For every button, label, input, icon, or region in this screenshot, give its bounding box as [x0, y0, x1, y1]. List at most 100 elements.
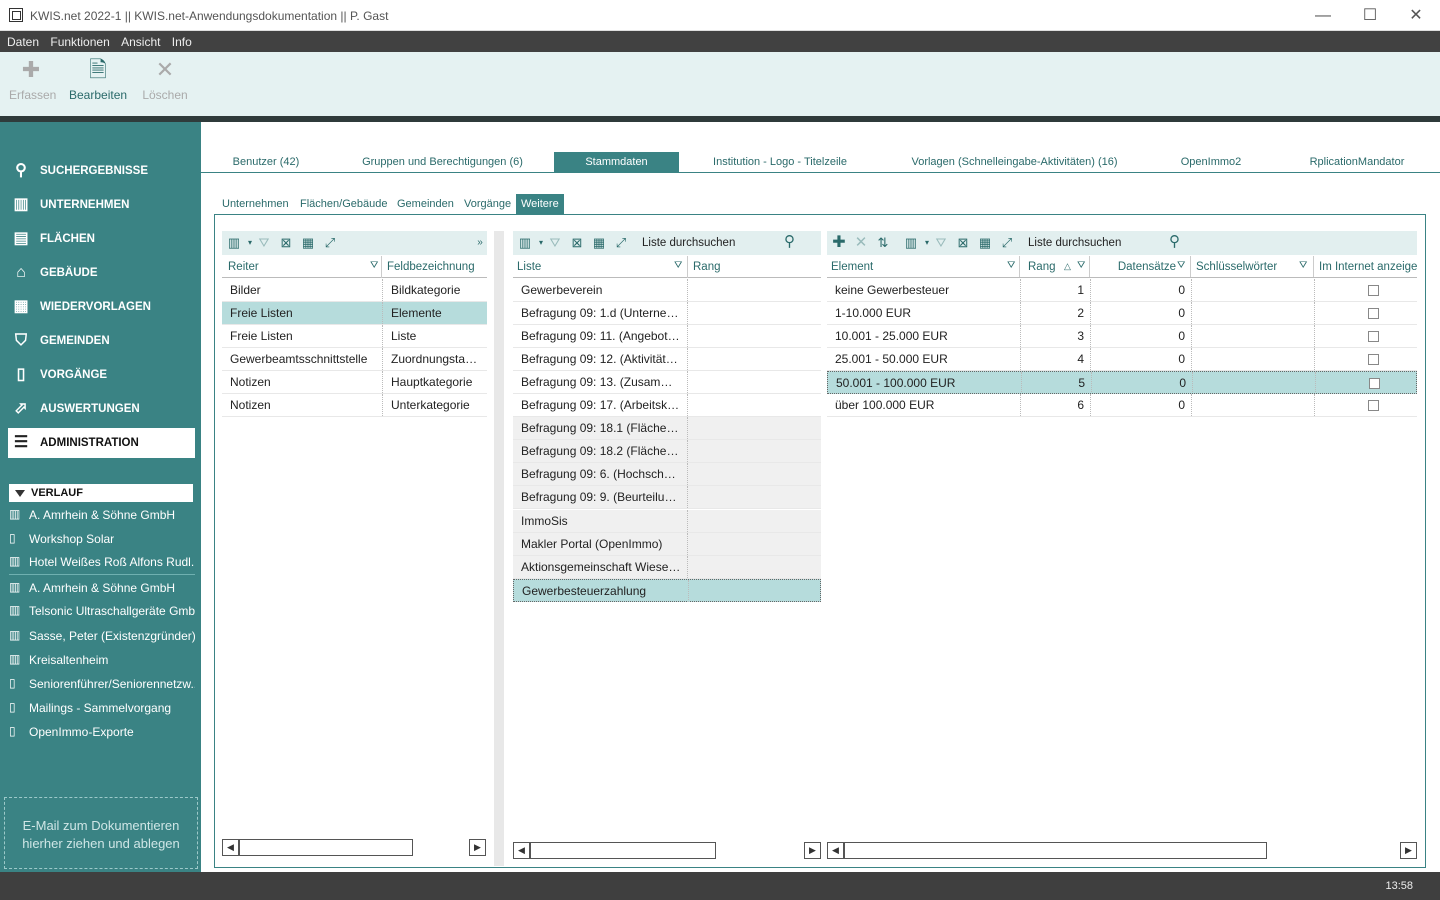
col-rang[interactable]: Rang: [689, 256, 821, 278]
tab-openimmo2[interactable]: OpenImmo2: [1176, 152, 1246, 172]
list-item[interactable]: Befragung 09: 1.d (Unternehm...: [513, 302, 821, 325]
scroll-thumb[interactable]: [844, 842, 1267, 859]
nav-suchergebnisse[interactable]: ⚲ SUCHERGEBNISSE: [8, 156, 195, 186]
columns-icon[interactable]: ▥: [226, 235, 242, 251]
table-icon[interactable]: ▦: [591, 235, 607, 251]
subtab-weitere[interactable]: Weitere: [516, 194, 564, 214]
table-row[interactable]: Notizen Hauptkategorie: [222, 371, 487, 394]
excel-export-icon[interactable]: ⊠: [569, 235, 585, 251]
verlauf-item[interactable]: ▯ OpenImmo-Exporte: [9, 721, 195, 743]
list-item[interactable]: ImmoSis: [513, 510, 821, 533]
table-row[interactable]: Freie Listen Elemente: [222, 302, 487, 325]
expand-icon[interactable]: ⤢: [999, 235, 1015, 251]
col-liste[interactable]: Liste: [513, 256, 688, 278]
scroll-right-icon[interactable]: ▶: [804, 842, 821, 859]
verlauf-item[interactable]: ▯ Mailings - Sammelvorgang: [9, 697, 195, 719]
nav-gemeinden[interactable]: ⛉ GEMEINDEN: [8, 326, 195, 356]
list-item[interactable]: Befragung 09: 11. (Angebote...: [513, 325, 821, 348]
expand-icon[interactable]: ⤢: [322, 235, 338, 251]
filter-icon[interactable]: ⛛: [1077, 261, 1086, 271]
table-row[interactable]: Freie Listen Liste: [222, 325, 487, 348]
tab-institution[interactable]: Institution - Logo - Titelzeile: [706, 152, 854, 172]
list-item[interactable]: Befragung 09: 6. (Hochschulk...: [513, 463, 821, 486]
delete-icon[interactable]: ✕: [853, 235, 869, 251]
scroll-left-icon[interactable]: ◀: [827, 842, 844, 859]
right-search-input[interactable]: Liste durchsuchen ⚲: [1028, 233, 1183, 252]
col-feldbezeichnung[interactable]: Feldbezeichnung: [383, 256, 487, 278]
tab-benutzer[interactable]: Benutzer (42): [222, 152, 310, 172]
pane-splitter[interactable]: [494, 231, 504, 866]
list-item[interactable]: Befragung 09: 18.1 (Flächenü...: [513, 417, 821, 440]
nav-administration[interactable]: ☰ ADMINISTRATION: [8, 428, 195, 458]
table-row[interactable]: 1-10.000 EUR 2 0: [827, 302, 1417, 325]
sort-ascending-icon[interactable]: △: [1064, 261, 1073, 271]
search-icon[interactable]: ⚲: [784, 233, 802, 251]
expand-icon[interactable]: ⤢: [613, 235, 629, 251]
scroll-thumb[interactable]: [530, 842, 716, 859]
middle-search-input[interactable]: Liste durchsuchen ⚲: [642, 233, 798, 252]
verlauf-item[interactable]: ▯ Seniorenführer/Seniorennetzw...: [9, 673, 195, 695]
internet-checkbox[interactable]: [1368, 285, 1379, 296]
nav-vorgaenge[interactable]: ▯ VORGÄNGE: [8, 360, 195, 390]
col-element[interactable]: Element: [827, 256, 1020, 277]
columns-icon[interactable]: ▥: [903, 235, 919, 251]
nav-unternehmen[interactable]: ▥ UNTERNEHMEN: [8, 190, 195, 220]
columns-icon[interactable]: ▥: [517, 235, 533, 251]
verlauf-item[interactable]: ▥ Sasse, Peter (Existenzgründer): [9, 625, 195, 647]
verlauf-item[interactable]: ▥ Kreisaltenheim: [9, 649, 195, 671]
menu-funktionen[interactable]: Funktionen: [46, 31, 113, 49]
more-chevron-icon[interactable]: »: [472, 235, 488, 251]
table-icon[interactable]: ▦: [300, 235, 316, 251]
add-icon[interactable]: ✚: [831, 235, 847, 251]
nav-wiedervorlagen[interactable]: ▦ WIEDERVORLAGEN: [8, 292, 195, 322]
list-item[interactable]: Gewerbesteuerzahlung: [513, 579, 821, 602]
middle-hscrollbar[interactable]: ◀ ▶: [513, 842, 821, 859]
clear-filter-icon[interactable]: ⛛: [933, 235, 949, 251]
loeschen-button[interactable]: ✕ Löschen: [142, 52, 188, 116]
list-item[interactable]: Befragung 09: 18.2 (Flächenb...: [513, 440, 821, 463]
filter-icon[interactable]: ⛛: [370, 261, 379, 271]
list-item[interactable]: Gewerbeverein: [513, 279, 821, 302]
scroll-thumb[interactable]: [239, 839, 413, 856]
menu-daten[interactable]: Daten: [0, 31, 43, 49]
scroll-right-icon[interactable]: ▶: [1400, 842, 1417, 859]
internet-checkbox[interactable]: [1368, 308, 1379, 319]
filter-icon[interactable]: ⛛: [1177, 261, 1186, 271]
subtab-vorgaenge[interactable]: Vorgänge: [464, 194, 511, 214]
subtab-gemeinden[interactable]: Gemeinden: [397, 194, 454, 214]
excel-export-icon[interactable]: ⊠: [278, 235, 294, 251]
minimize-button[interactable]: —: [1300, 0, 1346, 31]
table-row[interactable]: 50.001 - 100.000 EUR 5 0: [827, 371, 1417, 394]
search-icon[interactable]: ⚲: [1169, 233, 1187, 251]
subtab-unternehmen[interactable]: Unternehmen: [222, 194, 289, 214]
table-row[interactable]: keine Gewerbesteuer 1 0: [827, 279, 1417, 302]
table-row[interactable]: Notizen Unterkategorie: [222, 394, 487, 417]
verlauf-item[interactable]: ▥ Hotel Weißes Roß Alfons Rudl...: [9, 551, 195, 573]
col-reiter[interactable]: Reiter: [222, 256, 382, 278]
table-row[interactable]: 25.001 - 50.000 EUR 4 0: [827, 348, 1417, 371]
erfassen-button[interactable]: ✚ Erfassen: [9, 52, 56, 116]
list-item[interactable]: Makler Portal (OpenImmo): [513, 533, 821, 556]
sort-icon[interactable]: ⇅: [875, 235, 891, 251]
internet-checkbox[interactable]: [1368, 331, 1379, 342]
email-dropzone[interactable]: E-Mail zum Dokumentieren hierher ziehen …: [4, 797, 198, 869]
subtab-flaechen-gebaeude[interactable]: Flächen/Gebäude: [300, 194, 387, 214]
internet-checkbox[interactable]: [1368, 400, 1379, 411]
close-window-button[interactable]: ✕: [1393, 0, 1439, 31]
clear-filter-icon[interactable]: ⛛: [256, 235, 272, 251]
nav-gebaeude[interactable]: ⌂ GEBÄUDE: [8, 258, 195, 288]
list-item[interactable]: Befragung 09: 9. (Beurteilung...: [513, 486, 821, 509]
tab-vorlagen[interactable]: Vorlagen (Schnelleingabe-Aktivitäten) (1…: [908, 152, 1121, 172]
tab-gruppen[interactable]: Gruppen und Berechtigungen (6): [351, 152, 534, 172]
nav-flaechen[interactable]: ▤ FLÄCHEN: [8, 224, 195, 254]
scroll-left-icon[interactable]: ◀: [513, 842, 530, 859]
tab-replicationmandator[interactable]: RplicationMandator: [1304, 152, 1410, 172]
col-datensaetze[interactable]: Datensätze: [1091, 256, 1191, 277]
verlauf-item[interactable]: ▥ Telsonic Ultraschallgeräte Gmb...: [9, 600, 195, 622]
maximize-button[interactable]: ☐: [1347, 0, 1393, 31]
list-item[interactable]: Befragung 09: 13. (Zusammen...: [513, 371, 821, 394]
scroll-left-icon[interactable]: ◀: [222, 839, 239, 856]
scroll-right-icon[interactable]: ▶: [469, 839, 486, 856]
table-row[interactable]: über 100.000 EUR 6 0: [827, 394, 1417, 417]
col-schluesselwoerter[interactable]: Schlüsselwörter: [1192, 256, 1314, 277]
